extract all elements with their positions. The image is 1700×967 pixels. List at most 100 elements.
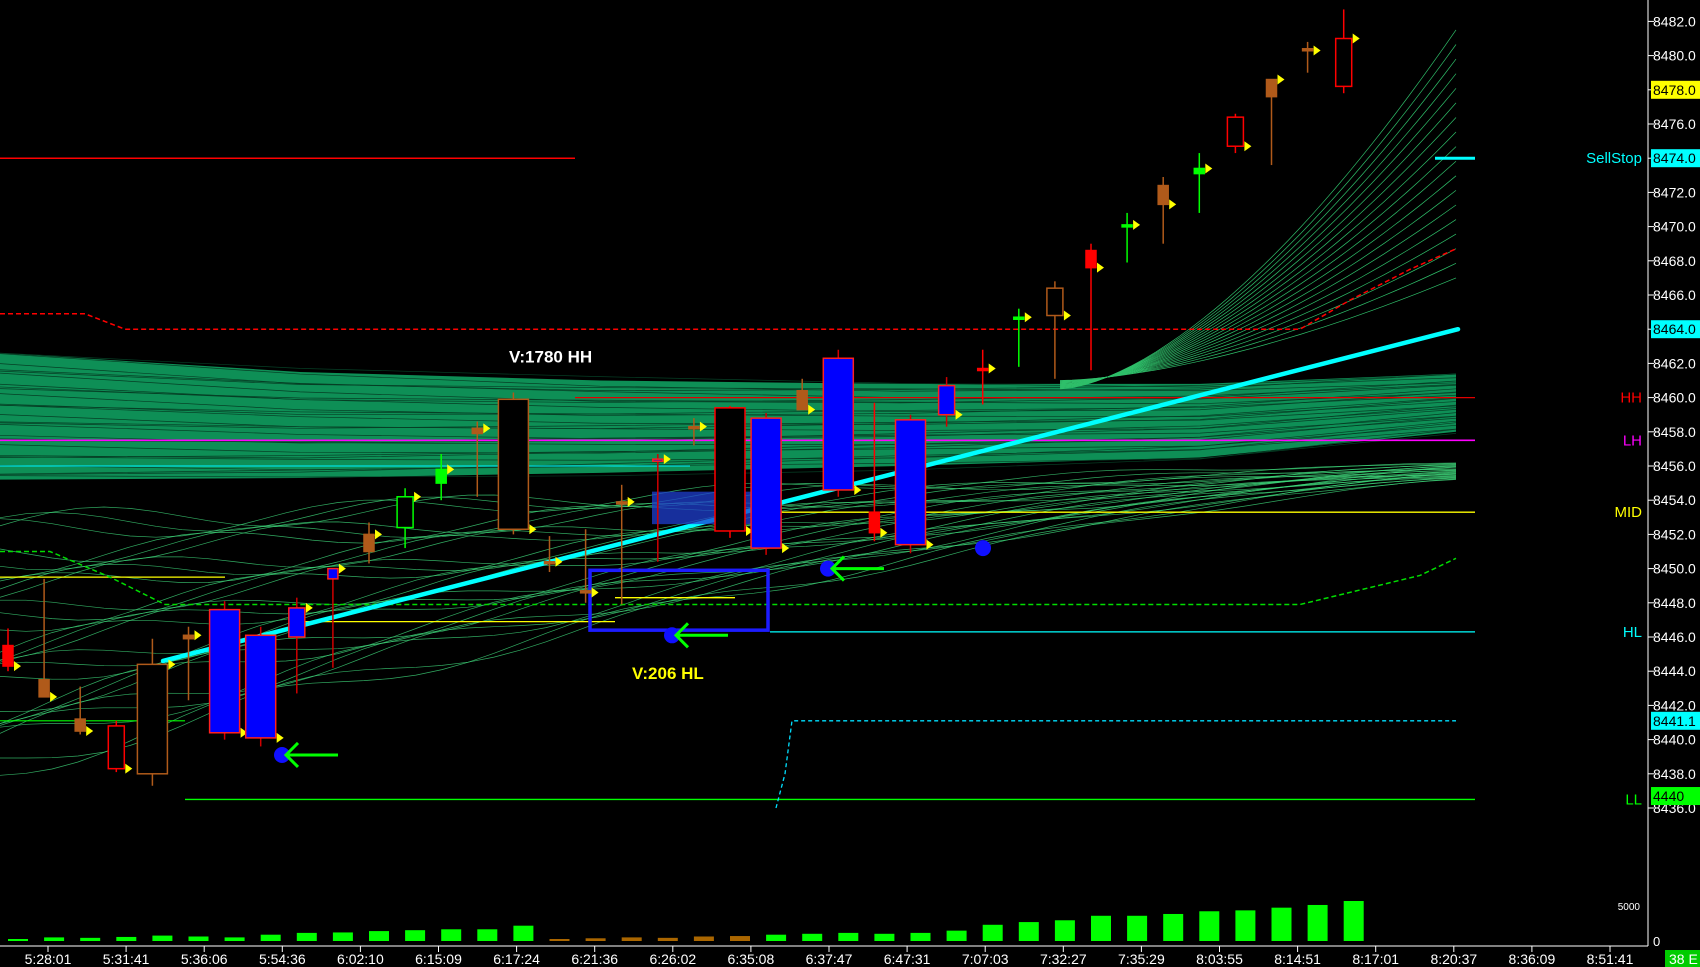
time-tick-label: 8:51:41: [1587, 951, 1634, 967]
price-tick-label: 8476.0: [1653, 116, 1696, 132]
time-tick-label: 6:02:10: [337, 951, 384, 967]
price-tick-label: 8482.0: [1653, 13, 1696, 29]
candle-body[interactable]: [1334, 37, 1353, 88]
candle-body[interactable]: [1226, 116, 1245, 147]
volume-bar: [1199, 911, 1220, 941]
time-tick-label: 7:35:29: [1118, 951, 1165, 967]
candle-body[interactable]: [714, 407, 746, 532]
candle-body[interactable]: [107, 725, 126, 770]
volume-bar: [369, 931, 389, 941]
candle-body[interactable]: [868, 511, 881, 534]
volume-bar: [332, 932, 353, 941]
candle-body[interactable]: [435, 468, 447, 484]
candle-body[interactable]: [327, 567, 339, 580]
volume-bar: [982, 924, 1003, 941]
time-tick-label: 6:26:02: [649, 951, 696, 967]
price-tick-label: 8440.0: [1653, 732, 1696, 748]
candle-body[interactable]: [1193, 167, 1206, 175]
volume-bar: [1127, 915, 1148, 941]
candle-body[interactable]: [652, 458, 664, 462]
candle-body[interactable]: [182, 634, 195, 640]
volume-bar: [910, 932, 931, 941]
candle-body[interactable]: [1085, 249, 1097, 269]
candle-body[interactable]: [579, 590, 592, 594]
volume-bar: [405, 930, 426, 941]
volume-bar: [44, 937, 65, 941]
price-tick-label: 8454.0: [1653, 492, 1696, 508]
volume-bar: [766, 934, 787, 941]
candle-body[interactable]: [1046, 287, 1064, 317]
candle-body[interactable]: [244, 634, 277, 739]
candle-body[interactable]: [74, 718, 86, 732]
candle-body[interactable]: [796, 390, 808, 411]
price-tick-label: 8472.0: [1653, 184, 1696, 200]
candle-body[interactable]: [471, 427, 484, 435]
time-tick-label: 8:14:51: [1274, 951, 1321, 967]
price-badge-label: 8464.0: [1653, 321, 1696, 337]
level-label: HL: [1623, 624, 1642, 641]
candle-body[interactable]: [38, 679, 50, 698]
candle-body[interactable]: [543, 561, 556, 565]
price-tick-label: 8450.0: [1653, 561, 1696, 577]
time-tick-label: 6:15:09: [415, 951, 462, 967]
time-tick-label: 5:54:36: [259, 951, 306, 967]
candle-body[interactable]: [688, 425, 700, 430]
candle-body[interactable]: [1013, 316, 1025, 320]
candle-body[interactable]: [937, 384, 956, 416]
price-chart[interactable]: 8436.08438.08440.08442.08444.08446.08448…: [0, 0, 1700, 967]
price-tick-label: 8462.0: [1653, 355, 1696, 371]
time-tick-label: 7:07:03: [962, 951, 1009, 967]
candle-body[interactable]: [363, 533, 375, 553]
candle-body[interactable]: [615, 501, 628, 505]
volume-bar: [296, 932, 317, 941]
volume-bar: [693, 936, 714, 941]
price-tick-label: 8452.0: [1653, 526, 1696, 542]
level-label: SellStop: [1586, 150, 1642, 167]
volume-zero-label: 0: [1653, 934, 1660, 949]
candle-body[interactable]: [1121, 224, 1133, 228]
time-tick-label: 6:47:31: [884, 951, 931, 967]
level-label: MID: [1615, 504, 1643, 521]
candle-body[interactable]: [136, 663, 169, 775]
level-label: LL: [1625, 791, 1642, 808]
volume-bar: [549, 939, 570, 941]
volume-bar: [188, 936, 209, 941]
price-tick-label: 8438.0: [1653, 766, 1696, 782]
volume-bar: [1235, 910, 1256, 941]
volume-axis-label: 5000: [1618, 902, 1641, 913]
volume-bar: [513, 925, 534, 941]
price-tick-label: 8456.0: [1653, 458, 1696, 474]
candle-body[interactable]: [750, 417, 782, 549]
price-tick-label: 8448.0: [1653, 595, 1696, 611]
time-tick-label: 8:03:55: [1196, 951, 1243, 967]
candle-body[interactable]: [497, 398, 530, 531]
candle-body[interactable]: [288, 607, 306, 638]
candle-body[interactable]: [396, 496, 414, 529]
price-badge-label: 4440: [1653, 788, 1684, 804]
candle-body[interactable]: [2, 644, 14, 667]
candle-body[interactable]: [1301, 48, 1314, 52]
time-tick-label: 6:21:36: [571, 951, 618, 967]
candle-body[interactable]: [894, 419, 927, 546]
candle-body[interactable]: [1265, 78, 1278, 98]
candle-body[interactable]: [208, 608, 241, 734]
hh-volume-annotation: V:1780 HH: [509, 348, 592, 367]
candle-body[interactable]: [976, 367, 989, 372]
candle-body[interactable]: [822, 357, 855, 491]
candle-body[interactable]: [1157, 184, 1169, 206]
time-tick-label: 8:20:37: [1430, 951, 1477, 967]
time-tick-label: 6:17:24: [493, 951, 540, 967]
price-tick-label: 8458.0: [1653, 424, 1696, 440]
volume-bar: [730, 936, 750, 941]
volume-bar: [441, 929, 462, 941]
volume-bar: [1343, 901, 1364, 941]
volume-bar: [260, 934, 281, 941]
volume-bar: [1018, 922, 1039, 941]
price-badge-label: 8474.0: [1653, 150, 1696, 166]
volume-bar: [585, 938, 606, 941]
time-tick-label: 5:36:06: [181, 951, 228, 967]
volume-bar: [946, 930, 967, 941]
volume-bar: [621, 937, 642, 941]
price-tick-label: 8446.0: [1653, 629, 1696, 645]
volume-bar: [657, 937, 678, 941]
